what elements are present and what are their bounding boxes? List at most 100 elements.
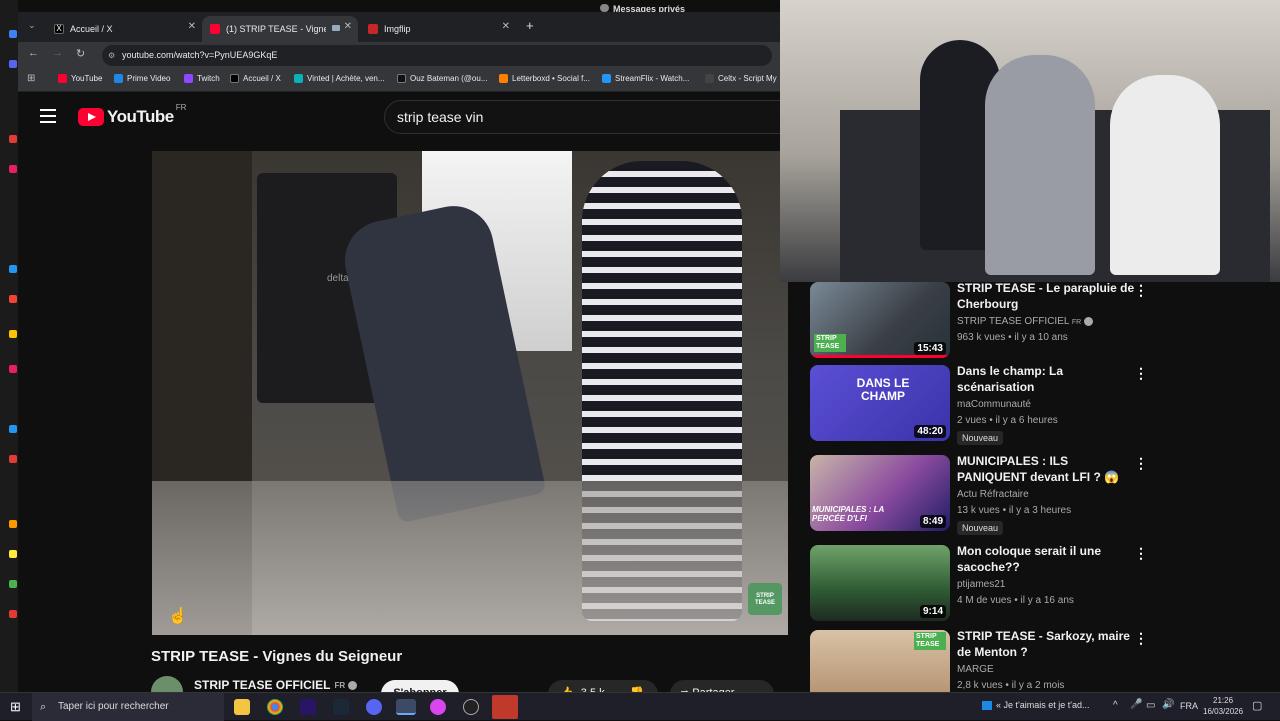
discord-icon[interactable] xyxy=(366,699,382,715)
app-icon[interactable] xyxy=(9,295,17,303)
close-icon[interactable]: ✕ xyxy=(344,21,352,32)
bookmark-item[interactable]: Accueil / X xyxy=(230,74,281,83)
forward-arrow-icon[interactable]: → xyxy=(52,47,63,59)
apps-grid-icon[interactable]: ⊞ xyxy=(27,73,35,84)
recommendation-item[interactable]: DANS LE CHAMP 48:20 Dans le champ: La sc… xyxy=(810,364,1230,450)
app-icon[interactable] xyxy=(9,520,17,528)
more-options-icon[interactable]: ⋮ xyxy=(1134,365,1148,382)
new-tab-button[interactable]: + xyxy=(526,18,534,33)
network-icon[interactable]: ▭ xyxy=(1146,700,1155,711)
search-input[interactable]: strip tease vin xyxy=(384,100,804,134)
channel-name[interactable]: STRIP TEASE OFFICIEL FR xyxy=(194,678,358,692)
channel-name[interactable]: STRIP TEASE OFFICIEL FR xyxy=(957,316,1093,327)
app-icon[interactable] xyxy=(9,135,17,143)
video-player[interactable]: delta STRIP TEASE ☝ xyxy=(152,151,788,635)
mouse-cursor-icon: ☝ xyxy=(168,608,188,625)
reload-icon[interactable]: ↻ xyxy=(76,47,85,60)
windows-taskbar: ⊞ ⌕ Taper ici pour rechercher « Je t'aim… xyxy=(0,692,1280,721)
tiktok-icon xyxy=(397,74,406,83)
app-icon[interactable] xyxy=(430,699,446,715)
tab-imgflip[interactable]: Imgflip ✕ xyxy=(360,16,516,42)
chrome-active-icon[interactable] xyxy=(396,699,416,715)
recommendation-thumbnail[interactable]: STRIP TEASE xyxy=(810,630,950,692)
chat-icon xyxy=(600,4,609,12)
tab-x[interactable]: X Accueil / X ✕ xyxy=(46,16,202,42)
video-title: STRIP TEASE - Vignes du Seigneur xyxy=(151,648,403,665)
left-app-strip xyxy=(0,0,18,692)
imgflip-favicon-icon xyxy=(368,24,378,34)
tray-chevron-icon[interactable]: ^ xyxy=(1113,700,1118,711)
steam-icon[interactable] xyxy=(333,699,349,715)
app-icon[interactable] xyxy=(9,165,17,173)
more-options-icon[interactable]: ⋮ xyxy=(1134,545,1148,562)
recommendation-thumbnail[interactable]: STRIP TEASE 15:43 xyxy=(810,282,950,358)
bookmark-item[interactable]: Ouz Bateman (@ou... xyxy=(397,74,488,83)
clock[interactable]: 21:26 16/03/2026 xyxy=(1203,695,1243,717)
webcam-overlay xyxy=(780,0,1280,282)
app-icon[interactable] xyxy=(9,60,17,68)
app-icon[interactable] xyxy=(492,695,518,719)
recommendation-thumbnail[interactable]: MUNICIPALES : LA PERCÉE D'LFI 8:49 xyxy=(810,455,950,531)
recommendation-thumbnail[interactable]: DANS LE CHAMP 48:20 xyxy=(810,365,950,441)
more-options-icon[interactable]: ⋮ xyxy=(1134,630,1148,647)
close-icon[interactable]: ✕ xyxy=(502,21,510,32)
twitch-icon xyxy=(184,74,193,83)
app-icon[interactable] xyxy=(9,425,17,433)
bookmark-item[interactable]: Letterboxd • Social f... xyxy=(499,74,590,83)
site-info-icon[interactable]: ⚙ xyxy=(108,45,115,66)
person-2 xyxy=(985,55,1095,275)
recommendation-item[interactable]: STRIP TEASE 15:43 STRIP TEASE - Le parap… xyxy=(810,281,1230,367)
prime-video-icon xyxy=(114,74,123,83)
tab-youtube-active[interactable]: (1) STRIP TEASE - Vignes du ✕ xyxy=(202,16,358,42)
new-badge: Nouveau xyxy=(957,431,1004,445)
recommendation-item[interactable]: STRIP TEASE STRIP TEASE - Sarkozy, maire… xyxy=(810,630,1230,692)
verified-check-icon xyxy=(348,680,358,690)
search-icon: ⌕ xyxy=(40,701,47,713)
notifications-icon[interactable]: ▢ xyxy=(1252,699,1262,712)
bookmark-item[interactable]: Twitch xyxy=(184,74,220,83)
media-widget[interactable]: « Je t'aimais et je t'ad... xyxy=(982,700,1102,711)
volume-icon[interactable]: 🔊 xyxy=(1162,699,1174,710)
more-options-icon[interactable]: ⋮ xyxy=(1134,282,1148,299)
obs-icon[interactable] xyxy=(463,699,479,715)
recommendation-thumbnail[interactable]: 9:14 xyxy=(810,545,950,621)
windows-start-icon[interactable]: ⊞ xyxy=(10,699,21,715)
watermark-logo: STRIP TEASE xyxy=(748,583,782,615)
bookmark-item[interactable]: StreamFlix - Watch... xyxy=(602,74,689,83)
app-icon[interactable] xyxy=(9,610,17,618)
media-icon xyxy=(982,701,992,711)
app-icon[interactable] xyxy=(9,30,17,38)
app-icon[interactable] xyxy=(9,455,17,463)
bookmark-item[interactable]: Prime Video xyxy=(114,74,170,83)
file-explorer-icon[interactable] xyxy=(234,699,250,715)
app-icon[interactable] xyxy=(9,330,17,338)
youtube-favicon-icon xyxy=(210,24,220,34)
app-icon[interactable] xyxy=(9,580,17,588)
streamflix-icon xyxy=(602,74,611,83)
back-arrow-icon[interactable]: ← xyxy=(28,47,39,59)
tab-list-chevron-icon[interactable]: ⌄ xyxy=(28,20,36,31)
youtube-icon xyxy=(58,74,67,83)
hamburger-menu-icon[interactable] xyxy=(40,109,56,123)
url-input[interactable]: ⚙ youtube.com/watch?v=PynUEA9GKqE xyxy=(102,45,772,66)
cast-icon xyxy=(332,25,340,31)
bookmarks-bar: ⊞ YouTube Prime Video Twitch Accueil / X… xyxy=(18,68,780,92)
language-indicator[interactable]: FRA xyxy=(1180,701,1198,711)
bookmark-item[interactable]: Vinted | Achète, ven... xyxy=(294,74,385,83)
chrome-icon[interactable] xyxy=(267,699,283,715)
premiere-pro-icon[interactable] xyxy=(300,699,316,715)
youtube-logo[interactable]: YouTube FR xyxy=(78,103,186,127)
more-options-icon[interactable]: ⋮ xyxy=(1134,455,1148,472)
app-icon[interactable] xyxy=(9,550,17,558)
recommendation-item[interactable]: 9:14 Mon coloque serait il une sacoche??… xyxy=(810,544,1230,630)
taskbar-search-input[interactable]: ⌕ Taper ici pour rechercher xyxy=(32,693,224,721)
youtube-header: YouTube FR strip tease vin xyxy=(18,92,804,144)
microphone-icon[interactable]: 🎤 xyxy=(1130,699,1142,710)
bookmark-item[interactable]: Celtx - Script My xyxy=(705,74,777,83)
recommendation-item[interactable]: MUNICIPALES : LA PERCÉE D'LFI 8:49 MUNIC… xyxy=(810,454,1230,540)
app-icon[interactable] xyxy=(9,365,17,373)
app-icon[interactable] xyxy=(9,265,17,273)
close-icon[interactable]: ✕ xyxy=(188,21,196,32)
address-bar-row: ← → ↻ ⚙ youtube.com/watch?v=PynUEA9GKqE xyxy=(18,42,780,68)
bookmark-item[interactable]: YouTube xyxy=(58,74,102,83)
